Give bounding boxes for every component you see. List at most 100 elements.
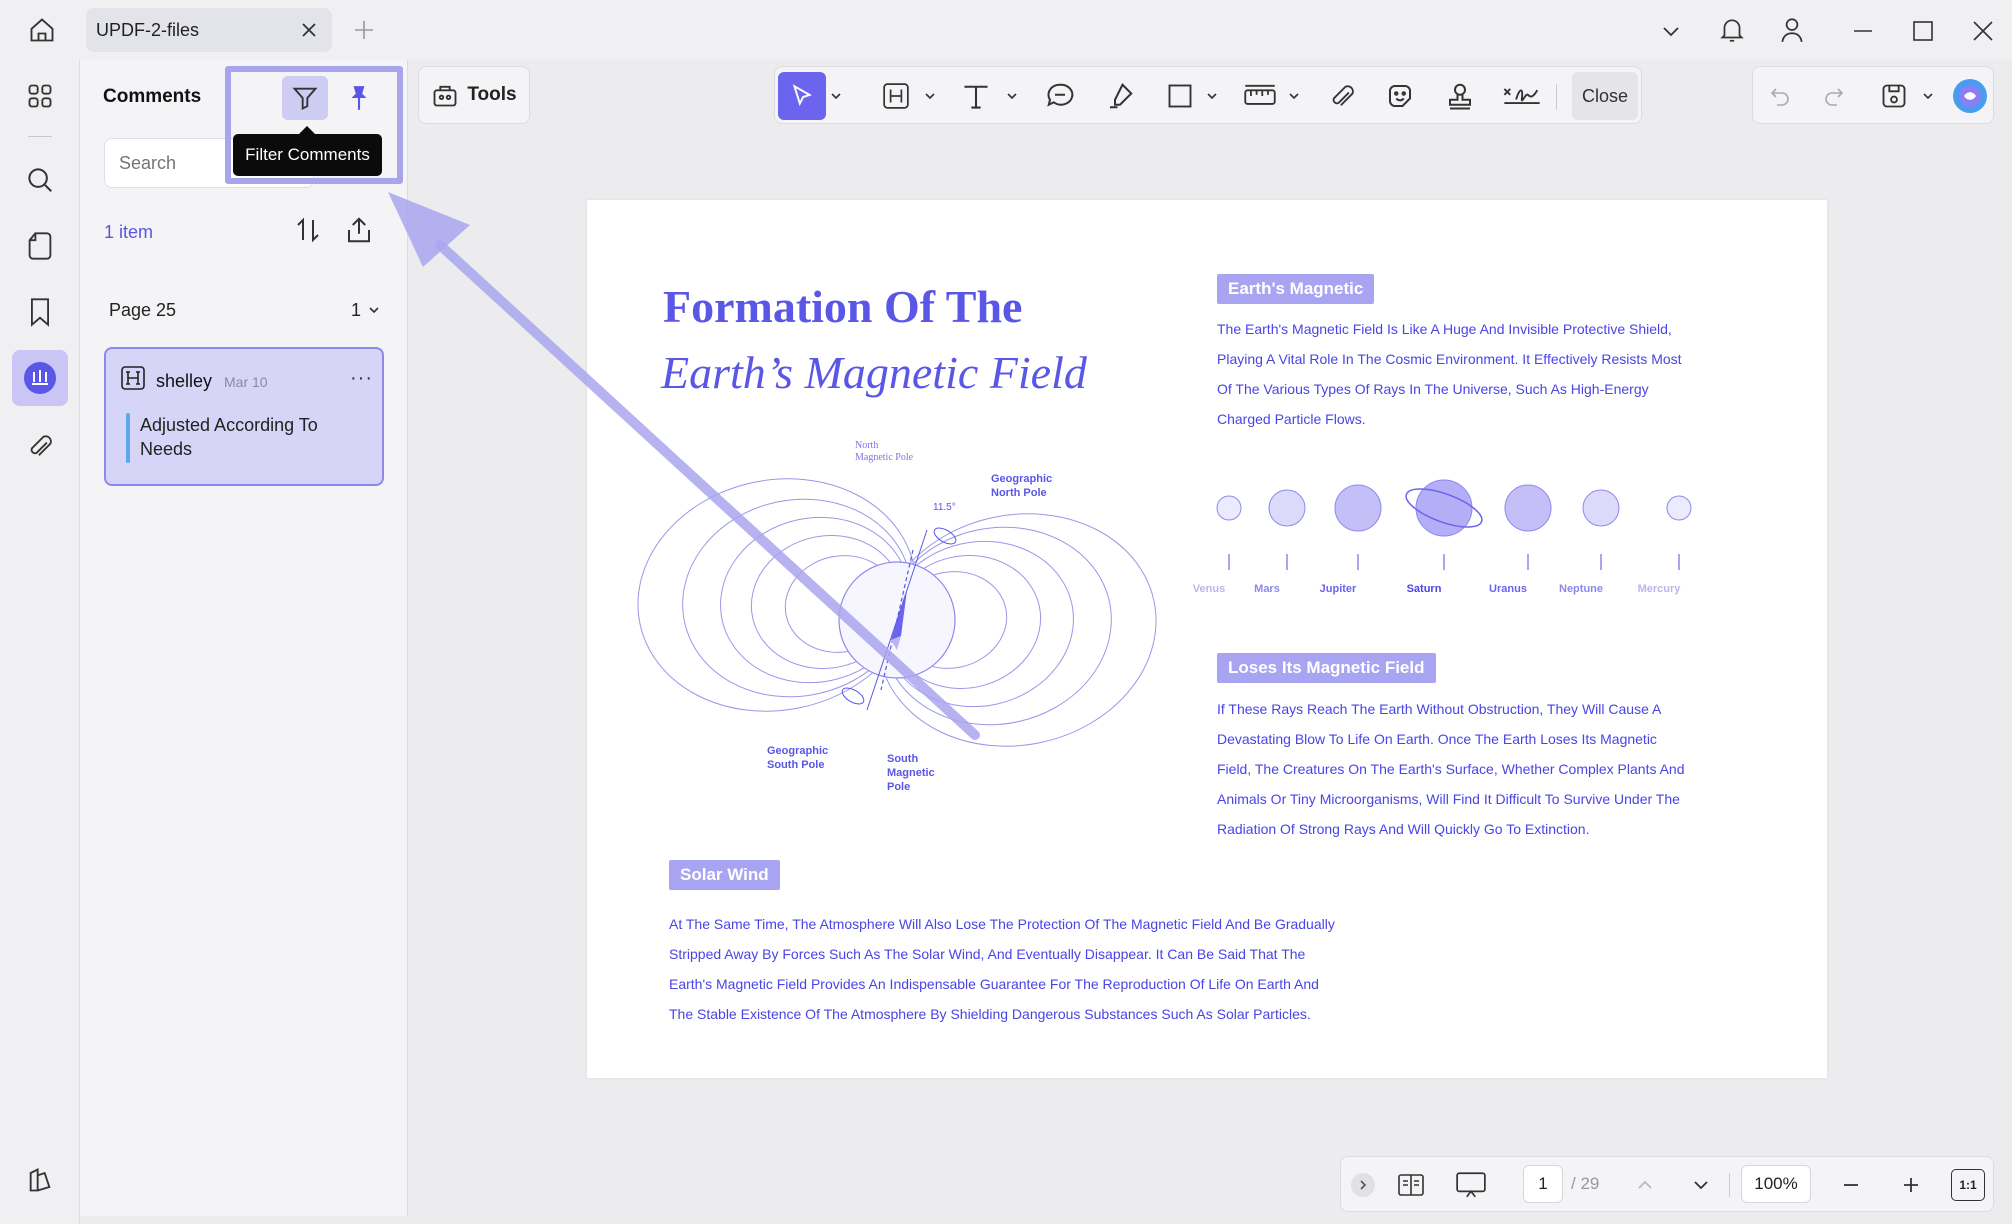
planet-label-neptune: Neptune xyxy=(1559,583,1603,595)
redo-button[interactable] xyxy=(1816,76,1852,116)
paperclip-icon xyxy=(30,435,52,456)
search-button[interactable] xyxy=(12,152,68,208)
signature-tool-button[interactable] xyxy=(1498,76,1546,116)
document-tab[interactable]: UPDF-2-files xyxy=(86,8,332,52)
diagram-label-north-magnetic-2: Magnetic Pole xyxy=(855,452,914,463)
text-tool-button[interactable] xyxy=(956,76,996,116)
bookmarks-button[interactable] xyxy=(12,284,68,340)
diagram-label-south-magnetic-2: Magnetic xyxy=(887,767,935,779)
section-heading-loses-magnetic-field: Loses Its Magnetic Field xyxy=(1217,653,1436,683)
presentation-icon xyxy=(1456,1172,1486,1198)
shape-tool-button[interactable] xyxy=(1160,76,1200,116)
planet-label-saturn: Saturn xyxy=(1406,583,1442,595)
chevron-down-icon[interactable] xyxy=(368,304,380,316)
section3-line: Earth's Magnetic Field Provides An Indis… xyxy=(669,976,1319,992)
comment-date: Mar 10 xyxy=(224,374,268,390)
more-options-icon[interactable]: ··· xyxy=(350,367,373,390)
section1-line: Charged Particle Flows. xyxy=(1217,411,1366,427)
planet-label-uranus: Uranus xyxy=(1489,583,1527,595)
palette-icon xyxy=(29,1167,51,1192)
pages-button[interactable] xyxy=(12,218,68,274)
text-icon xyxy=(964,85,988,109)
zoom-level[interactable]: 100% xyxy=(1741,1165,1811,1203)
expand-bar-icon[interactable] xyxy=(1351,1173,1375,1197)
measure-tool-button[interactable] xyxy=(1238,76,1282,116)
tools-button[interactable]: Tools xyxy=(418,66,530,124)
section1-line: The Earth's Magnetic Field Is Like A Hug… xyxy=(1217,321,1672,337)
page-group-count[interactable]: 1 xyxy=(351,300,361,321)
previous-page-button[interactable] xyxy=(1629,1169,1661,1201)
bottom-bar: 1 / 29 100% 1:1 xyxy=(1340,1156,1994,1212)
bookmark-icon xyxy=(31,298,49,327)
sort-icon xyxy=(297,217,319,243)
planet-label-mars: Mars xyxy=(1254,583,1280,595)
undo-icon xyxy=(1770,88,1789,106)
home-icon[interactable] xyxy=(22,12,62,48)
diagram-label-geo-south-1: Geographic xyxy=(767,745,829,757)
section1-line: Playing A Vital Role In The Cosmic Envir… xyxy=(1217,351,1682,367)
comments-button[interactable] xyxy=(12,350,68,406)
save-button[interactable] xyxy=(1876,76,1912,116)
thumbnails-button[interactable] xyxy=(12,68,68,124)
grid-icon xyxy=(28,84,52,108)
ruler-icon xyxy=(1244,84,1276,105)
chevron-down-icon[interactable] xyxy=(1006,90,1018,102)
search-icon xyxy=(28,168,52,192)
zoom-out-button[interactable] xyxy=(1835,1169,1867,1201)
maximize-icon[interactable] xyxy=(1906,14,1940,48)
sticker-tool-button[interactable] xyxy=(1380,76,1420,116)
chevron-down-icon[interactable] xyxy=(1922,90,1934,102)
close-tab-icon[interactable] xyxy=(300,21,318,39)
page-number-input[interactable]: 1 xyxy=(1523,1165,1563,1203)
stamp-tool-button[interactable] xyxy=(1440,76,1480,116)
heading-tool-button[interactable] xyxy=(876,76,916,116)
signature-icon xyxy=(1503,88,1540,104)
ai-assistant-button[interactable] xyxy=(1950,76,1990,116)
planets-illustration xyxy=(1216,479,1692,570)
select-tool-button[interactable] xyxy=(778,72,826,120)
highlight-tool-button[interactable] xyxy=(1100,76,1140,116)
section3-line: The Stable Existence Of The Atmosphere B… xyxy=(669,1006,1311,1022)
theme-button[interactable] xyxy=(12,1152,68,1208)
attach-tool-button[interactable] xyxy=(1322,76,1362,116)
chevron-down-icon[interactable] xyxy=(924,90,936,102)
new-tab-icon[interactable] xyxy=(350,16,378,44)
magnetic-field-diagram xyxy=(637,478,1157,747)
chevron-down-icon[interactable] xyxy=(1206,90,1218,102)
chevron-down-icon[interactable] xyxy=(1656,16,1686,46)
comment-tool-button[interactable] xyxy=(1040,76,1080,116)
diagram-label-south-magnetic-3: Pole xyxy=(887,781,911,793)
page-layout-button[interactable] xyxy=(1393,1167,1429,1203)
document-page: Formation Of The Earth’s Magnetic Field … xyxy=(587,200,1827,1078)
next-page-button[interactable] xyxy=(1685,1169,1717,1201)
bell-icon[interactable] xyxy=(1716,12,1748,48)
doc-title-line2: Earth’s Magnetic Field xyxy=(661,347,1087,398)
undo-button[interactable] xyxy=(1762,76,1798,116)
user-icon[interactable] xyxy=(1776,12,1808,48)
chevron-down-icon[interactable] xyxy=(1288,90,1300,102)
attachments-button[interactable] xyxy=(12,418,68,474)
sticker-icon xyxy=(1389,85,1411,107)
zoom-in-button[interactable] xyxy=(1895,1169,1927,1201)
close-annotation-button[interactable]: Close xyxy=(1572,72,1638,120)
share-icon xyxy=(348,217,370,243)
close-window-icon[interactable] xyxy=(1966,14,2000,48)
presentation-button[interactable] xyxy=(1451,1167,1491,1203)
export-button[interactable] xyxy=(339,210,379,250)
minimize-icon[interactable] xyxy=(1846,14,1880,48)
comment-card[interactable]: shelley Mar 10 ··· Adjusted According To… xyxy=(104,347,384,486)
comments-icon xyxy=(24,362,56,394)
section1-line: Of The Various Types Of Rays In The Univ… xyxy=(1217,381,1649,397)
sort-button[interactable] xyxy=(288,210,328,250)
section3-line: Stripped Away By Forces Such As The Sola… xyxy=(669,946,1306,962)
filter-tooltip: Filter Comments xyxy=(233,126,382,176)
title-bar: UPDF-2-files xyxy=(0,0,2012,60)
section1-paragraph: The Earth's Magnetic Field Is Like A Hug… xyxy=(1217,314,1777,434)
redo-icon xyxy=(1825,88,1844,106)
chevron-down-icon[interactable] xyxy=(830,90,842,102)
save-icon xyxy=(1882,84,1906,108)
marker-icon xyxy=(1110,83,1133,109)
actual-size-button[interactable]: 1:1 xyxy=(1951,1169,1985,1201)
page-group-label: Page 25 xyxy=(109,300,177,320)
chevron-down-icon xyxy=(1694,1181,1708,1190)
